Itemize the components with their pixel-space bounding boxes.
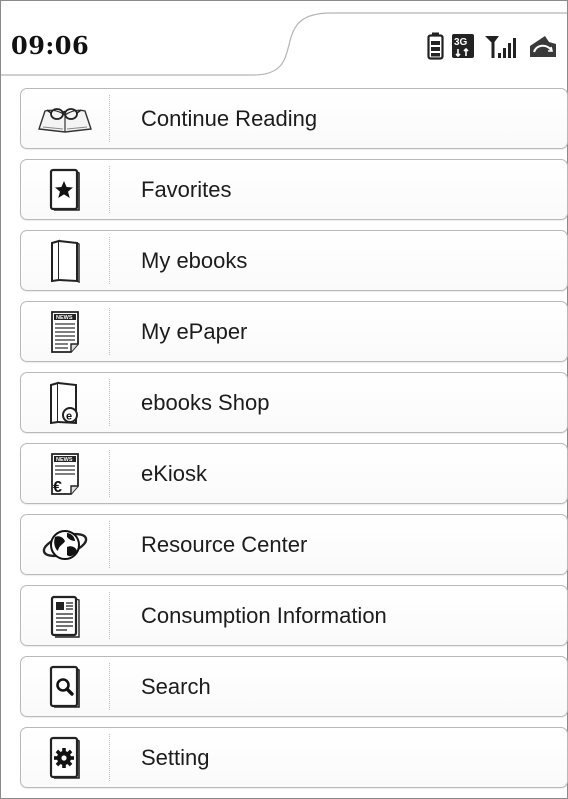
gear-book-icon <box>49 736 80 779</box>
svg-text:€: € <box>53 479 62 496</box>
item-divider <box>109 308 110 355</box>
ereader-screen: 09:06 3G Continue Reading Favorites My e… <box>0 0 568 799</box>
menu-item-ekiosk[interactable]: NEWS € eKiosk <box>20 443 568 504</box>
item-divider <box>109 592 110 639</box>
item-divider <box>109 663 110 710</box>
menu-item-label: Consumption Information <box>141 603 387 628</box>
menu-item-label: Continue Reading <box>141 106 318 131</box>
menu-item-label: Search <box>141 674 211 699</box>
book-shop-icon: e <box>50 381 78 424</box>
menu-item-favorites[interactable]: Favorites <box>20 159 568 220</box>
svg-text:e: e <box>66 410 72 422</box>
menu-item-label: Setting <box>141 745 210 770</box>
menu-item-my-epaper[interactable]: NEWS My ePaper <box>20 301 568 362</box>
menu-item-label: My ePaper <box>141 319 248 344</box>
menu-item-consumption-information[interactable]: Consumption Information <box>20 585 568 646</box>
item-divider <box>109 95 110 142</box>
globe-icon <box>42 529 88 560</box>
document-info-icon <box>50 595 80 638</box>
signal-strength-icon <box>485 36 516 58</box>
menu-item-label: ebooks Shop <box>141 390 270 415</box>
news-euro-icon: NEWS € <box>51 452 79 496</box>
item-divider <box>109 450 110 497</box>
star-book-icon <box>49 168 80 211</box>
item-divider <box>109 379 110 426</box>
menu-item-resource-center[interactable]: Resource Center <box>20 514 568 575</box>
book-icon <box>51 239 80 283</box>
3g-network-icon: 3G <box>452 34 474 58</box>
battery-icon <box>427 32 444 60</box>
main-menu: Continue Reading Favorites My ebooks NEW… <box>20 88 568 798</box>
status-bar: 09:06 3G <box>1 1 567 81</box>
menu-item-ebooks-shop[interactable]: e ebooks Shop <box>20 372 568 433</box>
menu-item-my-ebooks[interactable]: My ebooks <box>20 230 568 291</box>
item-divider <box>109 237 110 284</box>
svg-text:NEWS: NEWS <box>56 457 73 463</box>
search-book-icon <box>49 665 80 708</box>
menu-item-label: My ebooks <box>141 248 248 273</box>
svg-text:3G: 3G <box>454 37 468 48</box>
menu-item-continue-reading[interactable]: Continue Reading <box>20 88 568 149</box>
menu-item-search[interactable]: Search <box>20 656 568 717</box>
item-divider <box>109 521 110 568</box>
cloud-sync-icon <box>530 36 556 57</box>
newspaper-icon: NEWS <box>51 310 79 353</box>
menu-item-label: eKiosk <box>141 461 208 486</box>
open-book-glasses-icon <box>38 107 92 133</box>
svg-text:NEWS: NEWS <box>56 315 73 321</box>
status-icons: 3G <box>427 31 559 61</box>
menu-item-label: Resource Center <box>141 532 308 557</box>
item-divider <box>109 166 110 213</box>
item-divider <box>109 734 110 781</box>
clock: 09:06 <box>11 31 90 60</box>
menu-item-setting[interactable]: Setting <box>20 727 568 788</box>
menu-item-label: Favorites <box>141 177 232 202</box>
